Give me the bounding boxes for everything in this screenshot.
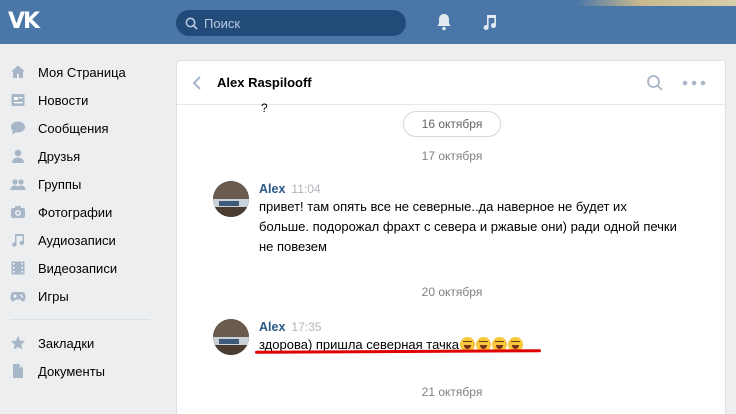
chat-panel: Alex Raspilooff ? 16 октября 17 октября … <box>176 60 726 414</box>
logo-text: VK <box>8 9 40 34</box>
left-sidebar: Моя Страница Новости Сообщения Друзья Гр… <box>0 58 160 385</box>
gamepad-icon <box>10 288 26 304</box>
avatar-photo <box>213 181 249 217</box>
date-separator: 20 октября <box>421 285 483 299</box>
camera-icon <box>10 204 26 220</box>
sidebar-item-label: Аудиозаписи <box>38 232 116 248</box>
sidebar-item-label: Группы <box>38 176 82 192</box>
sidebar-item-messages[interactable]: Сообщения <box>0 114 160 142</box>
message-author[interactable]: Alex <box>259 182 285 196</box>
sidebar-item-video[interactable]: Видеозаписи <box>0 254 160 282</box>
message-item: Alex 11:04 привет! там опять все не север… <box>213 181 683 261</box>
home-icon <box>10 64 26 80</box>
sidebar-item-label: Сообщения <box>38 120 109 136</box>
date-separator: 17 октября <box>421 149 483 163</box>
truncated-message-text: ? <box>261 101 268 115</box>
news-icon <box>10 92 26 108</box>
sidebar-item-audio[interactable]: Аудиозаписи <box>0 226 160 254</box>
groups-icon <box>10 176 26 192</box>
sidebar-item-games[interactable]: Игры <box>0 282 160 310</box>
message-history: ? 16 октября 17 октября Alex 11:04 привет… <box>177 61 725 414</box>
avatar[interactable] <box>213 319 249 355</box>
vk-logo[interactable]: VK <box>8 9 46 35</box>
music-icon[interactable] <box>480 12 500 32</box>
date-separator: 21 октября <box>421 385 483 399</box>
sidebar-item-my-page[interactable]: Моя Страница <box>0 58 160 86</box>
sidebar-divider <box>10 319 150 320</box>
search-box[interactable] <box>176 10 406 36</box>
header-decoration <box>576 0 736 6</box>
search-input[interactable] <box>204 15 394 31</box>
sidebar-item-documents[interactable]: Документы <box>0 357 160 385</box>
sidebar-item-friends[interactable]: Друзья <box>0 142 160 170</box>
top-bar: VK <box>0 0 736 44</box>
sidebar-item-label: Документы <box>38 363 106 379</box>
sidebar-item-label: Игры <box>38 288 69 304</box>
message-time: 17:35 <box>291 320 322 334</box>
star-icon <box>10 335 26 351</box>
bell-icon[interactable] <box>434 12 454 32</box>
friends-icon <box>10 148 26 164</box>
message-body: Alex 11:04 привет! там опять все не север… <box>259 181 679 257</box>
message-text: привет! там опять все не северные..да на… <box>259 199 677 254</box>
film-icon <box>10 260 26 276</box>
sidebar-item-label: Моя Страница <box>38 64 126 80</box>
sidebar-item-bookmarks[interactable]: Закладки <box>0 329 160 357</box>
sidebar-item-label: Фотографии <box>38 204 113 220</box>
avatar[interactable] <box>213 181 249 217</box>
message-author[interactable]: Alex <box>259 320 285 334</box>
message-time: 11:04 <box>291 182 321 196</box>
messages-icon <box>10 120 26 136</box>
sidebar-item-label: Новости <box>38 92 89 108</box>
date-separator-pill[interactable]: 16 октября <box>403 111 501 137</box>
music-note-icon <box>10 232 26 248</box>
sidebar-item-groups[interactable]: Группы <box>0 170 160 198</box>
sidebar-item-news[interactable]: Новости <box>0 86 160 114</box>
sidebar-item-photos[interactable]: Фотографии <box>0 198 160 226</box>
sidebar-item-label: Друзья <box>38 148 81 164</box>
search-icon <box>185 17 198 30</box>
avatar-photo <box>213 319 249 355</box>
document-icon <box>10 363 26 379</box>
sidebar-item-label: Закладки <box>38 335 95 351</box>
sidebar-item-label: Видеозаписи <box>38 260 118 276</box>
